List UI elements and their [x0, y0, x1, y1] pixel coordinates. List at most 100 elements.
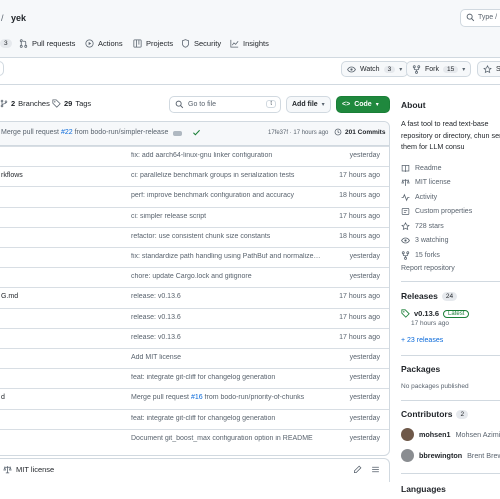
tab-projects[interactable]: Projects	[133, 36, 173, 50]
commit-message[interactable]: Add MIT license	[131, 354, 321, 361]
issues-count-badge: 3	[0, 38, 12, 48]
contributor-login: bbrewington	[419, 451, 463, 460]
releases-heading[interactable]: Releases 24	[401, 291, 458, 301]
license-link[interactable]: MIT license	[401, 177, 451, 189]
history-icon	[334, 128, 342, 136]
ellipsis-icon[interactable]	[173, 131, 182, 136]
commit-time: 17 hours ago	[339, 293, 380, 301]
commits-link[interactable]: 201 Commits	[334, 128, 385, 136]
tab-actions[interactable]: Actions	[85, 36, 123, 50]
table-row[interactable]: rkflows ci: parallelize benchmark groups …	[0, 166, 389, 186]
watch-button[interactable]: Watch 3 ▾	[341, 61, 409, 77]
table-row[interactable]: Document git_boost_max configuration opt…	[0, 428, 389, 449]
stars-link[interactable]: 728 stars	[401, 220, 444, 232]
latest-badge: Latest	[443, 309, 470, 318]
commit-message[interactable]: release: v0.13.6	[131, 314, 321, 321]
fork-button[interactable]: Fork 15 ▾	[406, 61, 472, 77]
commit-message[interactable]: release: v0.13.6	[131, 293, 321, 300]
breadcrumb-separator: /	[1, 13, 4, 23]
commit-message[interactable]: fix: add aarch64-linux-gnu linker config…	[131, 152, 321, 159]
list-icon[interactable]	[371, 465, 380, 474]
table-row[interactable]: d Merge pull request #16 from bodo-run/pr…	[0, 388, 389, 408]
commit-message[interactable]: chore: update Cargo.lock and gitignore	[131, 273, 321, 280]
avatar[interactable]	[401, 449, 414, 462]
contributor-item[interactable]: bbrewington Brent Brewi	[401, 449, 500, 462]
commit-message[interactable]: feat: integrate git-cliff for changelog …	[131, 374, 321, 381]
tab-projects-label: Projects	[146, 38, 174, 48]
tag-icon	[52, 99, 61, 108]
table-row[interactable]: G.md release: v0.13.6 17 hours ago	[0, 287, 389, 307]
commit-message[interactable]: feat: integrate git-cliff for changelog …	[131, 415, 321, 422]
contributors-count-badge: 2	[456, 409, 469, 419]
custom-properties-link[interactable]: Custom properties	[401, 206, 472, 218]
commit-hash-time[interactable]: 17fe37f · 17 hours ago	[268, 130, 328, 136]
commit-message[interactable]: Document git_boost_max configuration opt…	[131, 435, 321, 442]
file-name[interactable]: G.md	[1, 293, 18, 300]
search-box[interactable]: Type /	[460, 9, 500, 27]
fork-label: Fork	[425, 65, 439, 73]
table-row[interactable]: feat: integrate git-cliff for changelog …	[0, 408, 389, 429]
table-row[interactable]: Add MIT license yesterday	[0, 348, 389, 368]
star-button[interactable]: St	[477, 61, 500, 77]
graph-icon	[230, 39, 239, 48]
commit-message[interactable]: ci: parallelize benchmark groups in seri…	[131, 172, 321, 179]
commit-message[interactable]: refactor: use consistent chunk size cons…	[131, 233, 321, 240]
activity-link[interactable]: Activity	[401, 191, 437, 203]
latest-release-link[interactable]: v0.13.6 Latest	[401, 309, 470, 318]
commit-time: 17 hours ago	[339, 212, 380, 220]
more-releases-link[interactable]: + 23 releases	[401, 337, 443, 344]
table-row[interactable]: release: v0.13.6 17 hours ago	[0, 327, 389, 348]
table-row[interactable]: fix: standardize path handling using Pat…	[0, 247, 389, 267]
commit-message[interactable]: ci: simpler release script	[131, 213, 321, 220]
tab-insights[interactable]: Insights	[230, 36, 269, 50]
code-label: Code	[354, 101, 372, 108]
tab-license[interactable]: MIT license	[3, 465, 54, 474]
commit-time: yesterday	[349, 394, 380, 402]
table-row[interactable]: refactor: use consistent chunk size cons…	[0, 226, 389, 247]
languages-heading: Languages	[401, 484, 446, 494]
commit-message[interactable]: release: v0.13.6	[131, 334, 321, 341]
contributors-heading[interactable]: Contributors 2	[401, 409, 469, 419]
header-divider	[0, 84, 500, 85]
readme-link[interactable]: Readme	[401, 162, 441, 174]
watching-link[interactable]: 3 watching	[401, 235, 448, 247]
contributor-name: Mohsen Azimi	[455, 430, 500, 439]
latest-commit-message[interactable]: Merge pull request #22 from bodo-run/sim…	[1, 129, 168, 136]
code-button[interactable]: <> Code ▾	[336, 96, 390, 113]
pin-button[interactable]	[0, 61, 4, 76]
commit-message[interactable]: perf: improve benchmark configuration an…	[131, 192, 321, 199]
release-time: 17 hours ago	[411, 320, 449, 327]
commit-message[interactable]: fix: standardize path handling using Pat…	[131, 253, 321, 260]
shield-icon	[181, 38, 190, 48]
table-row[interactable]: fix: add aarch64-linux-gnu linker config…	[0, 146, 389, 166]
commit-message[interactable]: Merge pull request #16 from bodo-run/pri…	[131, 394, 321, 401]
forks-link[interactable]: 15 forks	[401, 249, 440, 261]
pencil-icon[interactable]	[353, 465, 362, 474]
packages-heading[interactable]: Packages	[401, 364, 440, 374]
tab-security[interactable]: Security	[181, 36, 221, 50]
tab-issues[interactable]: 3	[0, 36, 12, 50]
add-file-button[interactable]: Add file ▾	[286, 96, 331, 113]
report-repository-link[interactable]: Report repository	[401, 262, 455, 274]
tab-pull-requests[interactable]: Pull requests	[19, 36, 75, 50]
branches-link[interactable]: 2 Branches	[0, 99, 50, 108]
avatar[interactable]	[401, 428, 414, 441]
repo-name-link[interactable]: yek	[11, 13, 26, 23]
chevron-down-icon: ▾	[462, 66, 466, 73]
contributor-item[interactable]: mohsen1 Mohsen Azimi	[401, 428, 500, 441]
search-icon	[175, 100, 184, 109]
commit-time: 17 hours ago	[339, 172, 380, 180]
table-row[interactable]: release: v0.13.6 17 hours ago	[0, 307, 389, 328]
table-row[interactable]: ci: simpler release script 17 hours ago	[0, 206, 389, 227]
go-to-file-input[interactable]: Go to file t	[169, 96, 281, 113]
pr-link[interactable]: #16	[191, 394, 203, 401]
table-row[interactable]: feat: integrate git-cliff for changelog …	[0, 368, 389, 388]
chevron-down-icon: ▾	[375, 102, 379, 108]
commit-time: yesterday	[349, 152, 380, 159]
table-row[interactable]: chore: update Cargo.lock and gitignore ye…	[0, 267, 389, 287]
table-row[interactable]: perf: improve benchmark configuration an…	[0, 186, 389, 206]
tags-link[interactable]: 29 Tags	[52, 99, 91, 108]
pr-link[interactable]: #22	[61, 129, 73, 136]
file-name[interactable]: d	[1, 394, 5, 401]
file-name[interactable]: rkflows	[1, 172, 23, 179]
